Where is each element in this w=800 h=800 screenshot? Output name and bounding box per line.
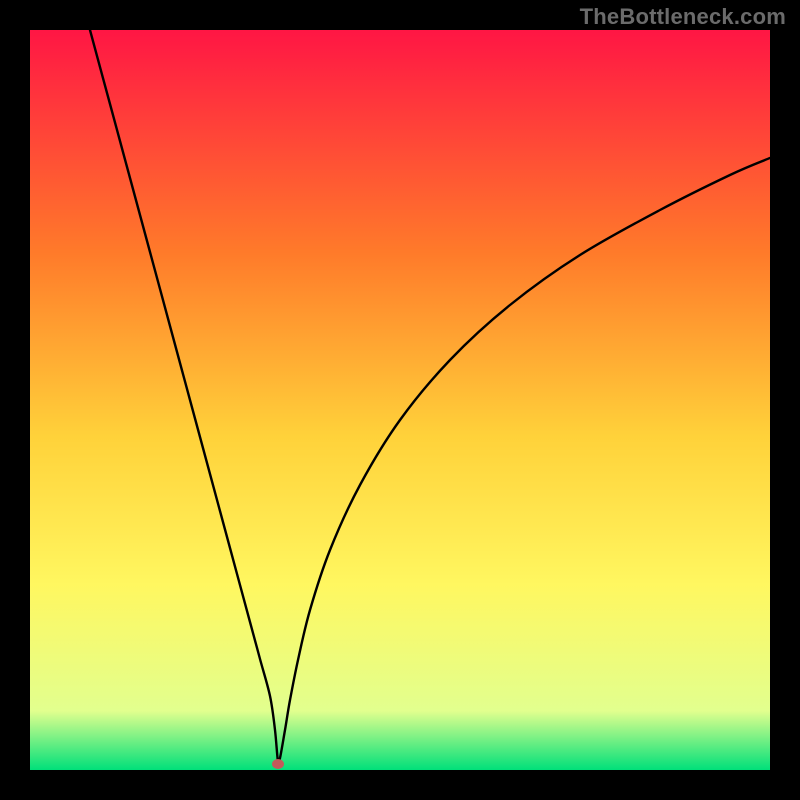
plot-area [30, 30, 770, 770]
bottleneck-chart [30, 30, 770, 770]
minimum-marker [272, 759, 284, 769]
gradient-background [30, 30, 770, 770]
watermark-text: TheBottleneck.com [580, 4, 786, 30]
chart-frame: TheBottleneck.com [0, 0, 800, 800]
